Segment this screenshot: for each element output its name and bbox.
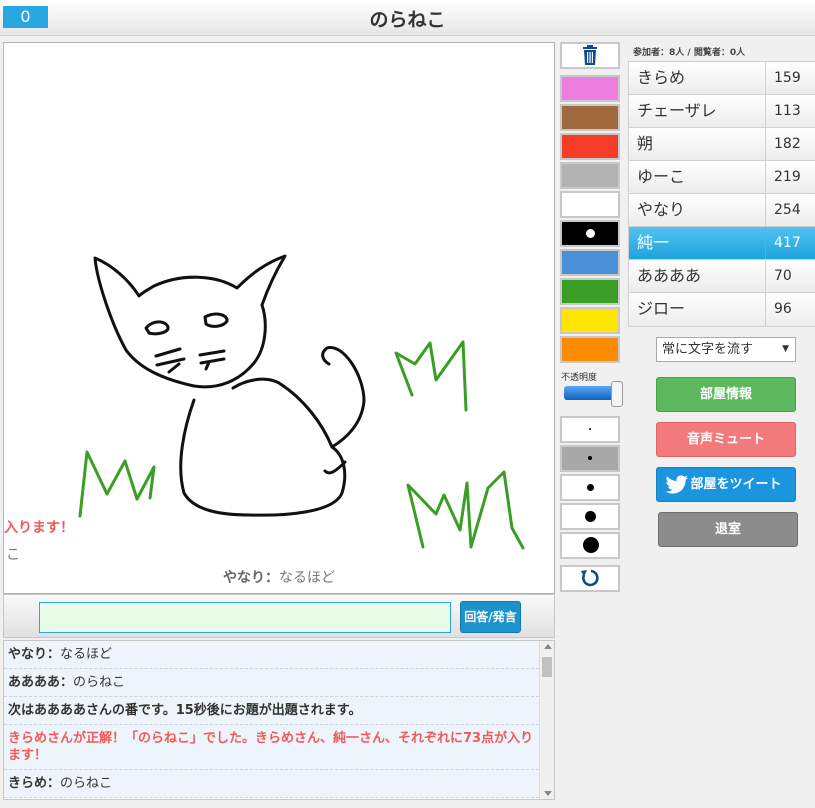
player-row: やなり 254 [629,194,815,227]
player-name: ああああ [629,260,766,292]
player-name: チェーザレ [629,95,766,127]
player-name: ジロー [629,293,766,326]
pen-size-3-icon [587,484,594,491]
clear-canvas-button[interactable] [560,42,620,69]
input-bar: 回答/発言 [3,594,555,638]
chat-name: やなり： [8,647,61,662]
drawing-canvas[interactable]: 入ります！ こ やなり：なるほど [3,42,555,594]
pen-size-4-button[interactable] [560,503,620,530]
player-row: ああああ 70 [629,260,815,293]
player-score: 182 [774,136,801,152]
trash-icon [583,45,597,65]
color-swatch-orange[interactable] [560,336,620,363]
last-message: やなり：なるほど [4,567,554,587]
last-message-name: やなり： [223,570,279,586]
player-row: ゆーこ 219 [629,161,815,194]
color-swatch-white[interactable] [560,191,620,218]
undo-button[interactable] [560,565,620,592]
text-flow-select[interactable]: 常に文字を流す ▼ [656,337,796,362]
player-score: 159 [774,70,801,86]
room-info-button[interactable]: 部屋情報 [656,377,796,412]
chat-scrollbar[interactable] [539,641,554,799]
flowing-text-1: 入ります！ [4,520,74,536]
chat-correct-line: きらめさんが正解！「のらねこ」でした。きらめさん、純一さん、それぞれに73点が入… [4,725,539,770]
player-name: きらめ [629,62,766,94]
pen-size-1-button[interactable] [560,416,620,443]
selected-dot-icon [586,229,595,238]
player-name: やなり [629,194,766,226]
player-name: 純一 [629,227,766,259]
scroll-up-arrow-icon[interactable] [544,644,552,649]
chat-system-line: 次はああああさんの番です。15秒後にお題が出題されます。 [4,697,539,725]
player-score: 254 [774,202,801,218]
color-swatch-red[interactable] [560,133,620,160]
pen-size-4-icon [585,511,596,522]
scroll-down-arrow-icon[interactable] [544,791,552,796]
answer-button[interactable]: 回答/発言 [460,601,521,633]
player-score: 96 [774,301,792,317]
pen-size-5-button[interactable] [560,532,620,559]
player-row-active: 純一 417 [629,227,815,260]
last-message-text: なるほど [279,570,335,586]
color-swatch-pink[interactable] [560,75,620,102]
color-swatch-blue[interactable] [560,249,620,276]
opacity-label: 不透明度 [561,373,598,383]
player-score: 70 [774,268,792,284]
color-swatch-yellow[interactable] [560,307,620,334]
color-swatch-black[interactable] [560,220,620,247]
mute-button[interactable]: 音声ミュート [656,422,796,457]
opacity-slider-handle[interactable] [611,381,623,407]
chat-text: のらねこ [60,776,113,791]
chat-text: のらねこ [73,675,126,690]
color-swatch-green[interactable] [560,278,620,305]
scroll-thumb[interactable] [542,657,552,677]
player-list: きらめ 159 チェーザレ 113 朔 182 ゆーこ 219 やなり 254 純一 417… [628,61,815,327]
chat-line: ああああ：のらねこ [4,669,539,697]
color-swatch-gray[interactable] [560,162,620,189]
cat-drawing [78,254,525,550]
player-name: 朔 [629,128,766,160]
chat-line: きらめ：のらねこ [4,770,539,798]
pen-size-2-icon [588,456,592,460]
player-score: 219 [774,169,801,185]
player-row: チェーザレ 113 [629,95,815,128]
flowing-text-2: こ [6,547,20,563]
undo-icon [581,569,599,587]
twitter-bird-icon [665,475,688,494]
player-name: ゆーこ [629,161,766,193]
pen-size-1-icon [589,428,591,430]
text-flow-select-value: 常に文字を流す [662,342,754,357]
page-title: のらねこ [369,9,446,31]
dropdown-arrow-icon: ▼ [782,344,789,354]
viewer-counts: 参加者：8人 / 閲覧者：0人 [633,48,746,58]
pen-size-3-button[interactable] [560,474,620,501]
color-swatch-brown[interactable] [560,104,620,131]
tweet-room-button[interactable]: 部屋をツイート [656,467,796,502]
header-bar: 0 のらねこ [0,0,815,36]
answer-input[interactable] [39,602,451,633]
player-score: 113 [774,103,801,119]
pen-size-5-icon [583,537,599,553]
chat-log[interactable]: やなり：なるほど ああああ：のらねこ 次はああああさんの番です。15秒後にお題が… [3,640,555,800]
player-row: 朔 182 [629,128,815,161]
exit-room-button[interactable]: 退室 [658,512,798,547]
chat-name: きらめ： [8,776,61,791]
player-row: きらめ 159 [629,62,815,95]
player-row: ジロー 96 [629,293,815,326]
chat-line: やなり：なるほど [4,641,539,669]
chat-name: ああああ： [8,675,74,690]
pen-size-2-button[interactable] [560,445,620,472]
chat-text: なるほど [60,647,113,662]
player-score: 417 [774,235,801,251]
